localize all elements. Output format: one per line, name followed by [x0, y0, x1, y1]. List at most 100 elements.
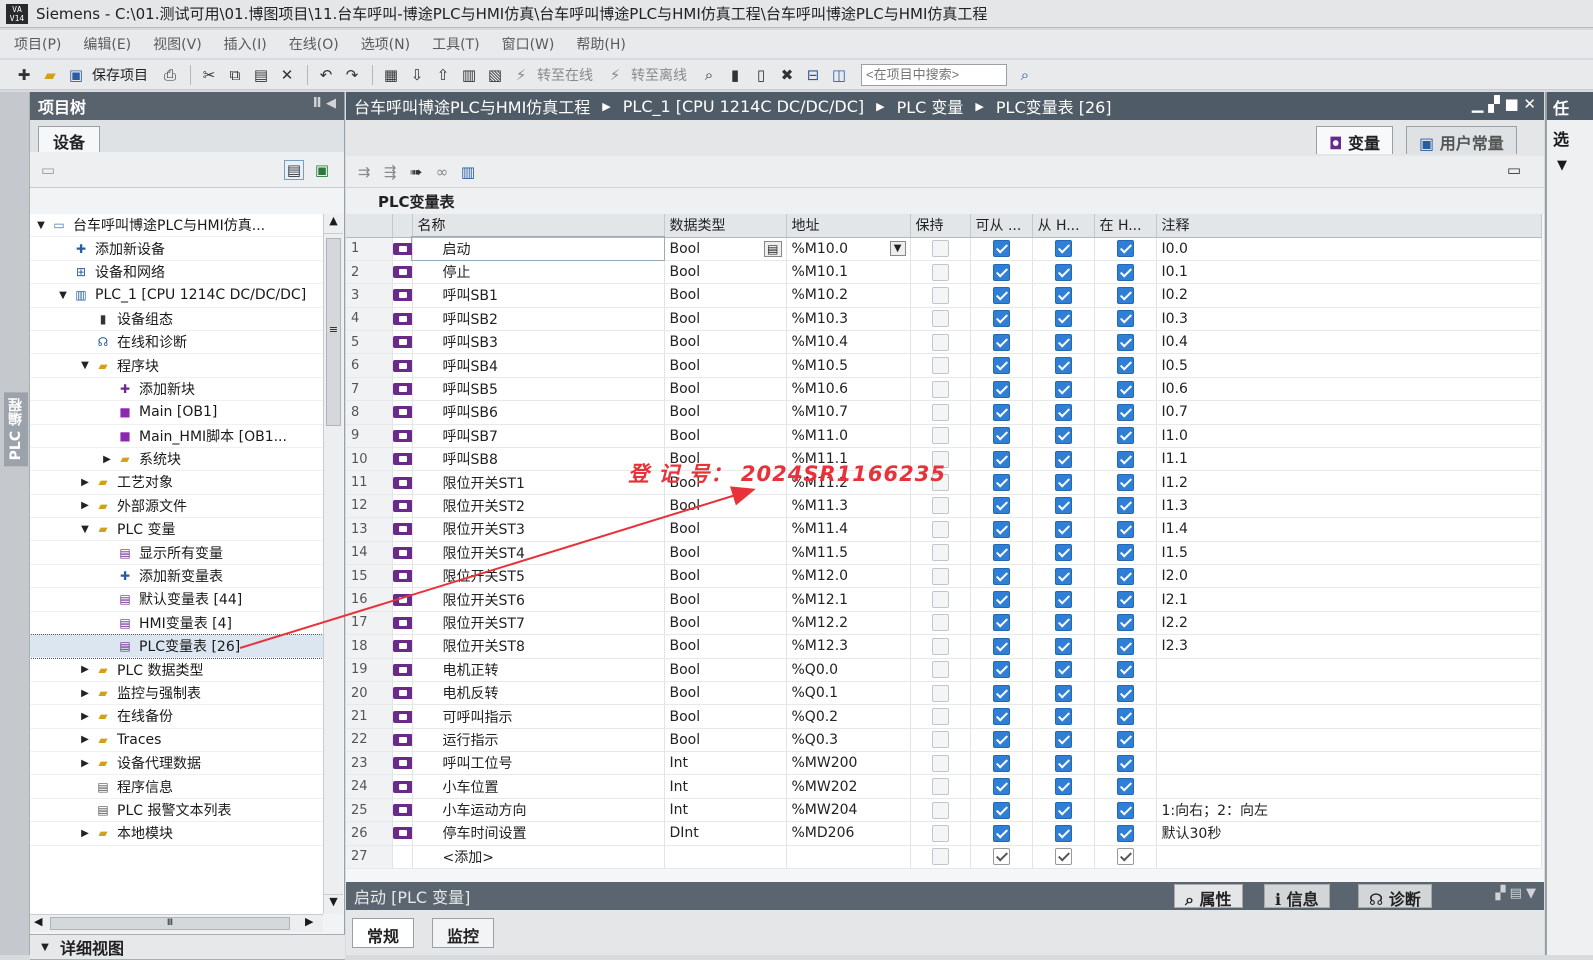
retain-checkbox[interactable]: [931, 544, 949, 562]
tag-name-cell[interactable]: 限位开关ST6: [412, 587, 665, 612]
go-online-icon[interactable]: ⚡: [511, 65, 531, 85]
visible-checkbox[interactable]: [1116, 240, 1134, 258]
tag-address-cell[interactable]: %MW202: [786, 774, 911, 799]
tag-address-cell[interactable]: %M12.3: [786, 634, 911, 659]
table-row[interactable]: 12 限位开关ST2 Bool %M11.3 I1.3: [346, 494, 1542, 519]
accessible-checkbox[interactable]: [992, 357, 1010, 375]
menu-item-2[interactable]: 视图(V): [153, 34, 202, 54]
tag-accessible-cell[interactable]: [970, 798, 1033, 823]
accessible-checkbox[interactable]: [992, 427, 1010, 445]
tree-item[interactable]: ▶ ▰ 工艺对象: [30, 471, 323, 495]
upload-icon[interactable]: ⇧: [433, 65, 453, 85]
tag-name-cell[interactable]: 电机正转: [412, 658, 665, 682]
tree-item[interactable]: ▤ 显示所有变量: [30, 541, 323, 565]
retain-checkbox[interactable]: [931, 778, 949, 796]
go-offline-button[interactable]: 转至离线: [631, 65, 687, 85]
visible-checkbox[interactable]: [1116, 684, 1134, 702]
col-header-address[interactable]: 地址: [786, 214, 911, 238]
tag-writable-cell[interactable]: [1032, 470, 1095, 495]
visible-checkbox[interactable]: [1116, 637, 1134, 655]
tag-datatype-cell[interactable]: Bool: [664, 564, 787, 589]
writable-checkbox[interactable]: [1054, 824, 1072, 842]
tag-name-cell[interactable]: 小车位置: [412, 774, 665, 799]
retain-checkbox[interactable]: [931, 403, 949, 421]
tag-writable-cell[interactable]: [1032, 541, 1095, 565]
tag-retain-cell[interactable]: [910, 307, 971, 332]
tag-comment-cell[interactable]: I1.1: [1156, 447, 1542, 472]
tag-address-cell[interactable]: %Q0.1: [786, 681, 911, 706]
tag-writable-cell[interactable]: [1032, 821, 1095, 846]
tag-address-cell[interactable]: %M11.5: [786, 541, 911, 565]
tag-accessible-cell[interactable]: [970, 517, 1033, 542]
expanded-twisty-icon[interactable]: ▼: [56, 290, 70, 301]
tag-name-cell[interactable]: 呼叫SB8: [412, 447, 665, 472]
accessible-checkbox[interactable]: [992, 544, 1010, 562]
writable-checkbox[interactable]: [1054, 591, 1072, 609]
tag-datatype-cell[interactable]: Bool: [664, 611, 787, 636]
retain-checkbox[interactable]: [931, 731, 949, 749]
row-number-cell[interactable]: 19: [346, 658, 393, 682]
col-header-accessible[interactable]: 可从 ...: [970, 214, 1033, 238]
tag-datatype-cell[interactable]: Bool: [664, 260, 787, 285]
writable-checkbox[interactable]: [1054, 708, 1072, 725]
tag-accessible-cell[interactable]: [970, 494, 1033, 519]
tag-address-cell[interactable]: %M10.5: [786, 353, 911, 378]
tree-item[interactable]: ▶ ▰ 系统块: [30, 448, 323, 472]
retain-checkbox[interactable]: [931, 637, 949, 655]
tag-datatype-cell[interactable]: Bool: [664, 658, 787, 682]
tag-visible-cell[interactable]: [1094, 470, 1157, 495]
visible-checkbox[interactable]: [1116, 848, 1134, 866]
tag-retain-cell[interactable]: [910, 681, 971, 706]
compile-icon[interactable]: ▦: [381, 65, 401, 85]
scroll-down-icon[interactable]: ▼: [324, 894, 343, 914]
tag-comment-cell[interactable]: I0.1: [1156, 260, 1542, 285]
tag-writable-cell[interactable]: [1032, 517, 1095, 542]
tag-comment-cell[interactable]: [1156, 751, 1542, 776]
tag-address-cell[interactable]: %M11.3: [786, 494, 911, 519]
tag-comment-cell[interactable]: 默认30秒: [1156, 821, 1542, 846]
writable-checkbox[interactable]: [1054, 661, 1072, 679]
visible-checkbox[interactable]: [1116, 474, 1134, 492]
tag-name-cell[interactable]: 电机反转: [412, 681, 665, 706]
collapse-panel-icon[interactable]: Ⅱ ◀: [313, 96, 336, 111]
table-row[interactable]: 20 电机反转 Bool %Q0.1: [346, 681, 1542, 706]
tag-retain-cell[interactable]: [910, 845, 971, 870]
tag-accessible-cell[interactable]: [970, 845, 1033, 870]
tree-item[interactable]: ▶ ▰ PLC 数据类型: [30, 658, 323, 682]
tag-retain-cell[interactable]: [910, 260, 971, 285]
visible-checkbox[interactable]: [1116, 380, 1134, 398]
tag-writable-cell[interactable]: [1032, 307, 1095, 332]
writable-checkbox[interactable]: [1054, 263, 1072, 281]
print-icon[interactable]: ⎙: [160, 65, 180, 85]
table-row[interactable]: 6 呼叫SB4 Bool %M10.5 I0.5: [346, 353, 1542, 378]
restore-icon[interactable]: ▞: [1488, 95, 1500, 113]
insert-row-icon[interactable]: ⇉: [354, 162, 374, 182]
accessible-checkbox[interactable]: [992, 450, 1010, 468]
row-number-cell[interactable]: 20: [346, 681, 393, 706]
writable-checkbox[interactable]: [1054, 310, 1072, 328]
tag-name-cell[interactable]: 限位开关ST3: [412, 517, 665, 542]
table-row[interactable]: 24 小车位置 Int %MW202: [346, 774, 1542, 799]
tree-item[interactable]: ▼ ▥ PLC_1 [CPU 1214C DC/DC/DC]: [30, 284, 323, 308]
row-number-cell[interactable]: 16: [346, 587, 393, 612]
tag-name-cell[interactable]: 呼叫工位号: [412, 751, 665, 776]
writable-checkbox[interactable]: [1054, 497, 1072, 515]
tag-name-cell[interactable]: 限位开关ST1: [412, 470, 665, 495]
tag-comment-cell[interactable]: I0.2: [1156, 283, 1542, 308]
tag-comment-cell[interactable]: [1156, 774, 1542, 799]
plc-programming-tab[interactable]: PLC 编程: [4, 392, 28, 467]
visible-checkbox[interactable]: [1116, 708, 1134, 725]
writable-checkbox[interactable]: [1054, 427, 1072, 445]
accessible-checkbox[interactable]: [992, 731, 1010, 749]
maximize-icon[interactable]: ■: [1504, 95, 1518, 113]
tag-visible-cell[interactable]: [1094, 704, 1157, 729]
tag-accessible-cell[interactable]: [970, 751, 1033, 776]
col-header-visible[interactable]: 在 H...: [1094, 214, 1157, 238]
tag-visible-cell[interactable]: [1094, 400, 1157, 425]
panel-options-icon[interactable]: ▭: [1504, 160, 1524, 180]
tag-retain-cell[interactable]: [910, 330, 971, 355]
retain-checkbox[interactable]: [931, 333, 949, 351]
visible-checkbox[interactable]: [1116, 497, 1134, 515]
tag-visible-cell[interactable]: [1094, 353, 1157, 378]
tag-accessible-cell[interactable]: [970, 237, 1033, 261]
